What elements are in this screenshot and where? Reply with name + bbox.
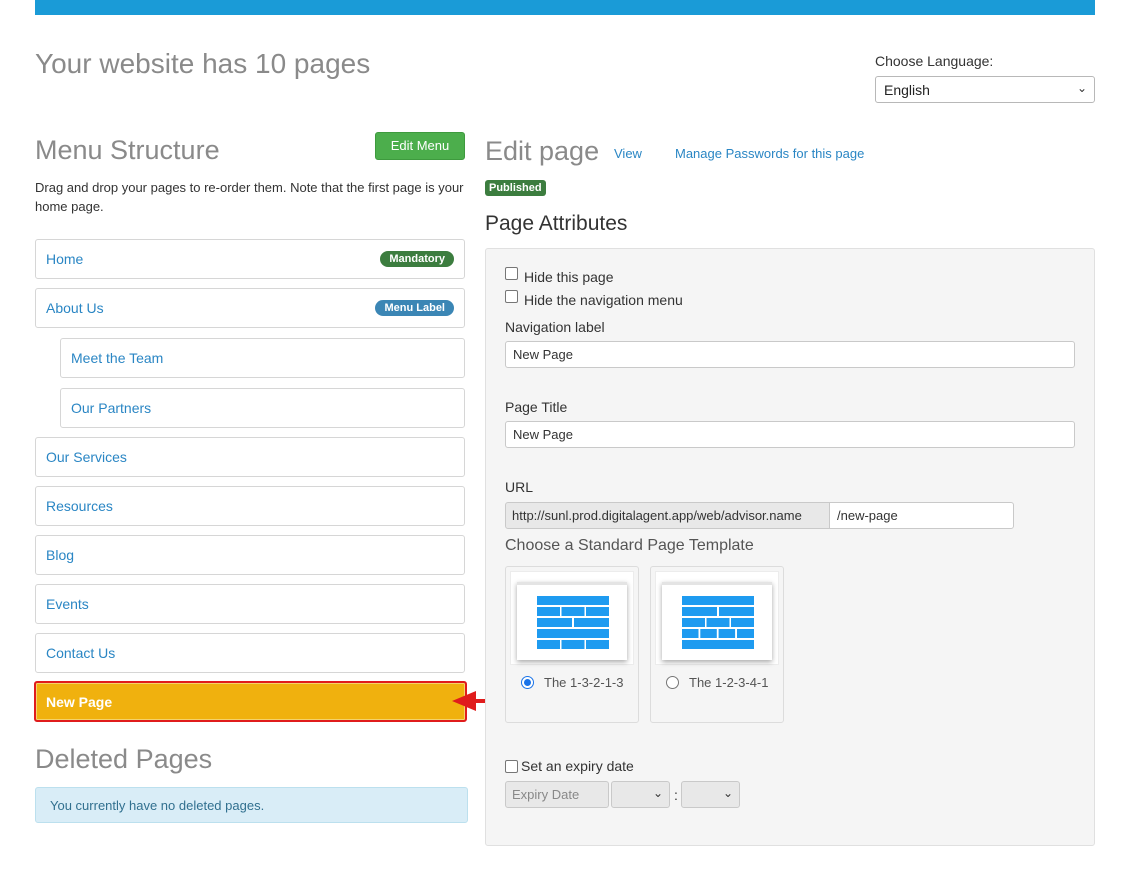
nav-label-caption: Navigation label [505,319,605,335]
expiry-date-input[interactable]: Expiry Date [505,781,609,808]
menu-item-label: Blog [46,547,75,563]
template-heading: Choose a Standard Page Template [505,537,754,554]
chevron-down-icon: ⌄ [652,786,663,800]
page-count-title: Your website has 10 pages [35,48,371,79]
menu-item-our-partners[interactable]: Our Partners [60,388,465,428]
hide-page-checkbox[interactable] [505,267,518,280]
top-accent-bar [35,0,1095,15]
hide-nav-label: Hide the navigation menu [524,292,683,308]
language-label: Choose Language: [875,53,994,69]
url-prefix: http://sunl.prod.digitalagent.app/web/ad… [505,502,830,529]
deleted-pages-heading: Deleted Pages [35,744,213,774]
menu-item-label: Our Partners [71,400,152,416]
page-attributes-heading: Page Attributes [485,212,628,235]
nav-label-input[interactable]: New Page [505,341,1075,368]
menu-description: Drag and drop your pages to re-order the… [35,180,464,214]
menu-structure-heading: Menu Structure [35,135,220,165]
time-separator: : [674,787,678,803]
menu-item-label: Meet the Team [71,350,164,366]
menu-item-contact-us[interactable]: Contact Us [35,633,465,673]
edit-menu-button[interactable]: Edit Menu [375,132,465,160]
expiry-minute-select[interactable]: ⌄ [681,781,740,808]
menu-item-meet-the-team[interactable]: Meet the Team [60,338,465,378]
menu-item-blog[interactable]: Blog [35,535,465,575]
view-link[interactable]: View [614,146,642,161]
chevron-down-icon: ⌄ [722,786,733,800]
status-badge: Published [485,180,546,196]
menu-item-label: Contact Us [46,645,116,661]
menu-item-label: Events [46,596,89,612]
expiry-hour-select[interactable]: ⌄ [611,781,670,808]
menu-item-new-page[interactable]: New Page [34,681,467,722]
menu-item-label: Home [46,251,84,267]
manage-passwords-link[interactable]: Manage Passwords for this page [675,146,864,161]
page-title-caption: Page Title [505,399,568,415]
template-thumbnail [510,571,634,665]
hide-page-label: Hide this page [524,269,614,285]
menu-item-resources[interactable]: Resources [35,486,465,526]
menu-item-about-us[interactable]: About Us Menu Label [35,288,465,328]
menu-item-our-services[interactable]: Our Services [35,437,465,477]
template-name-2: The 1-2-3-4-1 [689,675,769,690]
template-radio-1[interactable] [521,676,534,689]
menu-item-events[interactable]: Events [35,584,465,624]
template-radio-2[interactable] [666,676,679,689]
menu-item-home[interactable]: Home Mandatory [35,239,465,279]
template-preview [662,582,772,660]
layout-preview-icon [517,582,627,649]
edit-page-heading: Edit page [485,136,600,166]
mandatory-badge: Mandatory [380,251,454,267]
template-card-2[interactable]: The 1-2-3-4-1 [650,566,784,723]
menu-item-label: Resources [46,498,113,514]
expiry-label: Set an expiry date [521,758,634,774]
chevron-down-icon: ⌄ [1076,81,1087,95]
language-value: English [884,82,930,98]
page-title-input[interactable]: New Page [505,421,1075,448]
hide-nav-checkbox[interactable] [505,290,518,303]
menu-item-label: Our Services [46,449,127,465]
template-preview [517,582,627,660]
language-select[interactable]: English ⌄ [875,76,1095,103]
menu-item-label: About Us [46,300,104,316]
template-thumbnail [655,571,779,665]
url-caption: URL [505,479,534,495]
url-slug-input[interactable]: /new-page [829,502,1014,529]
layout-preview-icon [662,582,772,649]
menu-item-label: New Page [46,693,113,710]
expiry-checkbox[interactable] [505,760,518,773]
deleted-pages-alert: You currently have no deleted pages. [35,787,468,823]
template-name-1: The 1-3-2-1-3 [544,675,624,690]
menu-label-badge: Menu Label [375,300,454,316]
template-card-1[interactable]: The 1-3-2-1-3 [505,566,639,723]
